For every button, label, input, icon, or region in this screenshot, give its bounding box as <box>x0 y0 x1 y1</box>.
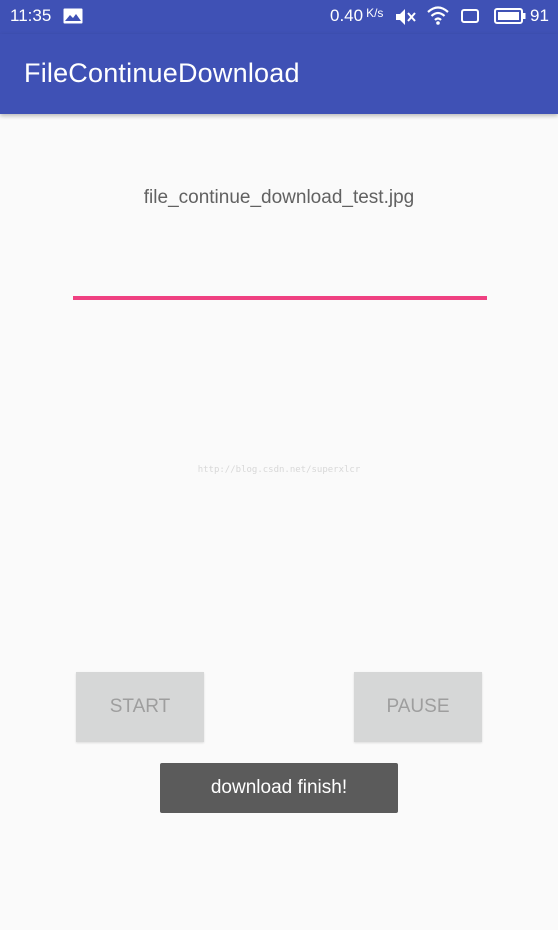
file-name-label: file_continue_download_test.jpg <box>143 187 415 208</box>
battery-icon <box>494 8 526 24</box>
status-time: 11:35 <box>10 6 52 25</box>
watermark-text: http://blog.csdn.net/superxlcr <box>197 465 361 475</box>
status-bar: 11:35 0.40 K/s 91 <box>0 0 558 34</box>
battery-level: 91 <box>530 6 549 25</box>
pause-button[interactable]: PAUSE <box>354 672 482 742</box>
wifi-icon <box>427 6 449 25</box>
app-title: FileContinueDownload <box>24 58 300 88</box>
mute-icon <box>396 9 416 25</box>
network-speed: 0.40 K/s <box>330 6 384 25</box>
toast-message: download finish! <box>160 763 398 813</box>
start-button[interactable]: START <box>76 672 204 742</box>
download-progress-fill <box>73 296 487 300</box>
app-bar: FileContinueDownload <box>0 34 558 114</box>
image-icon <box>63 8 83 24</box>
screen-icon <box>461 9 479 23</box>
download-progress-bar <box>73 296 487 300</box>
